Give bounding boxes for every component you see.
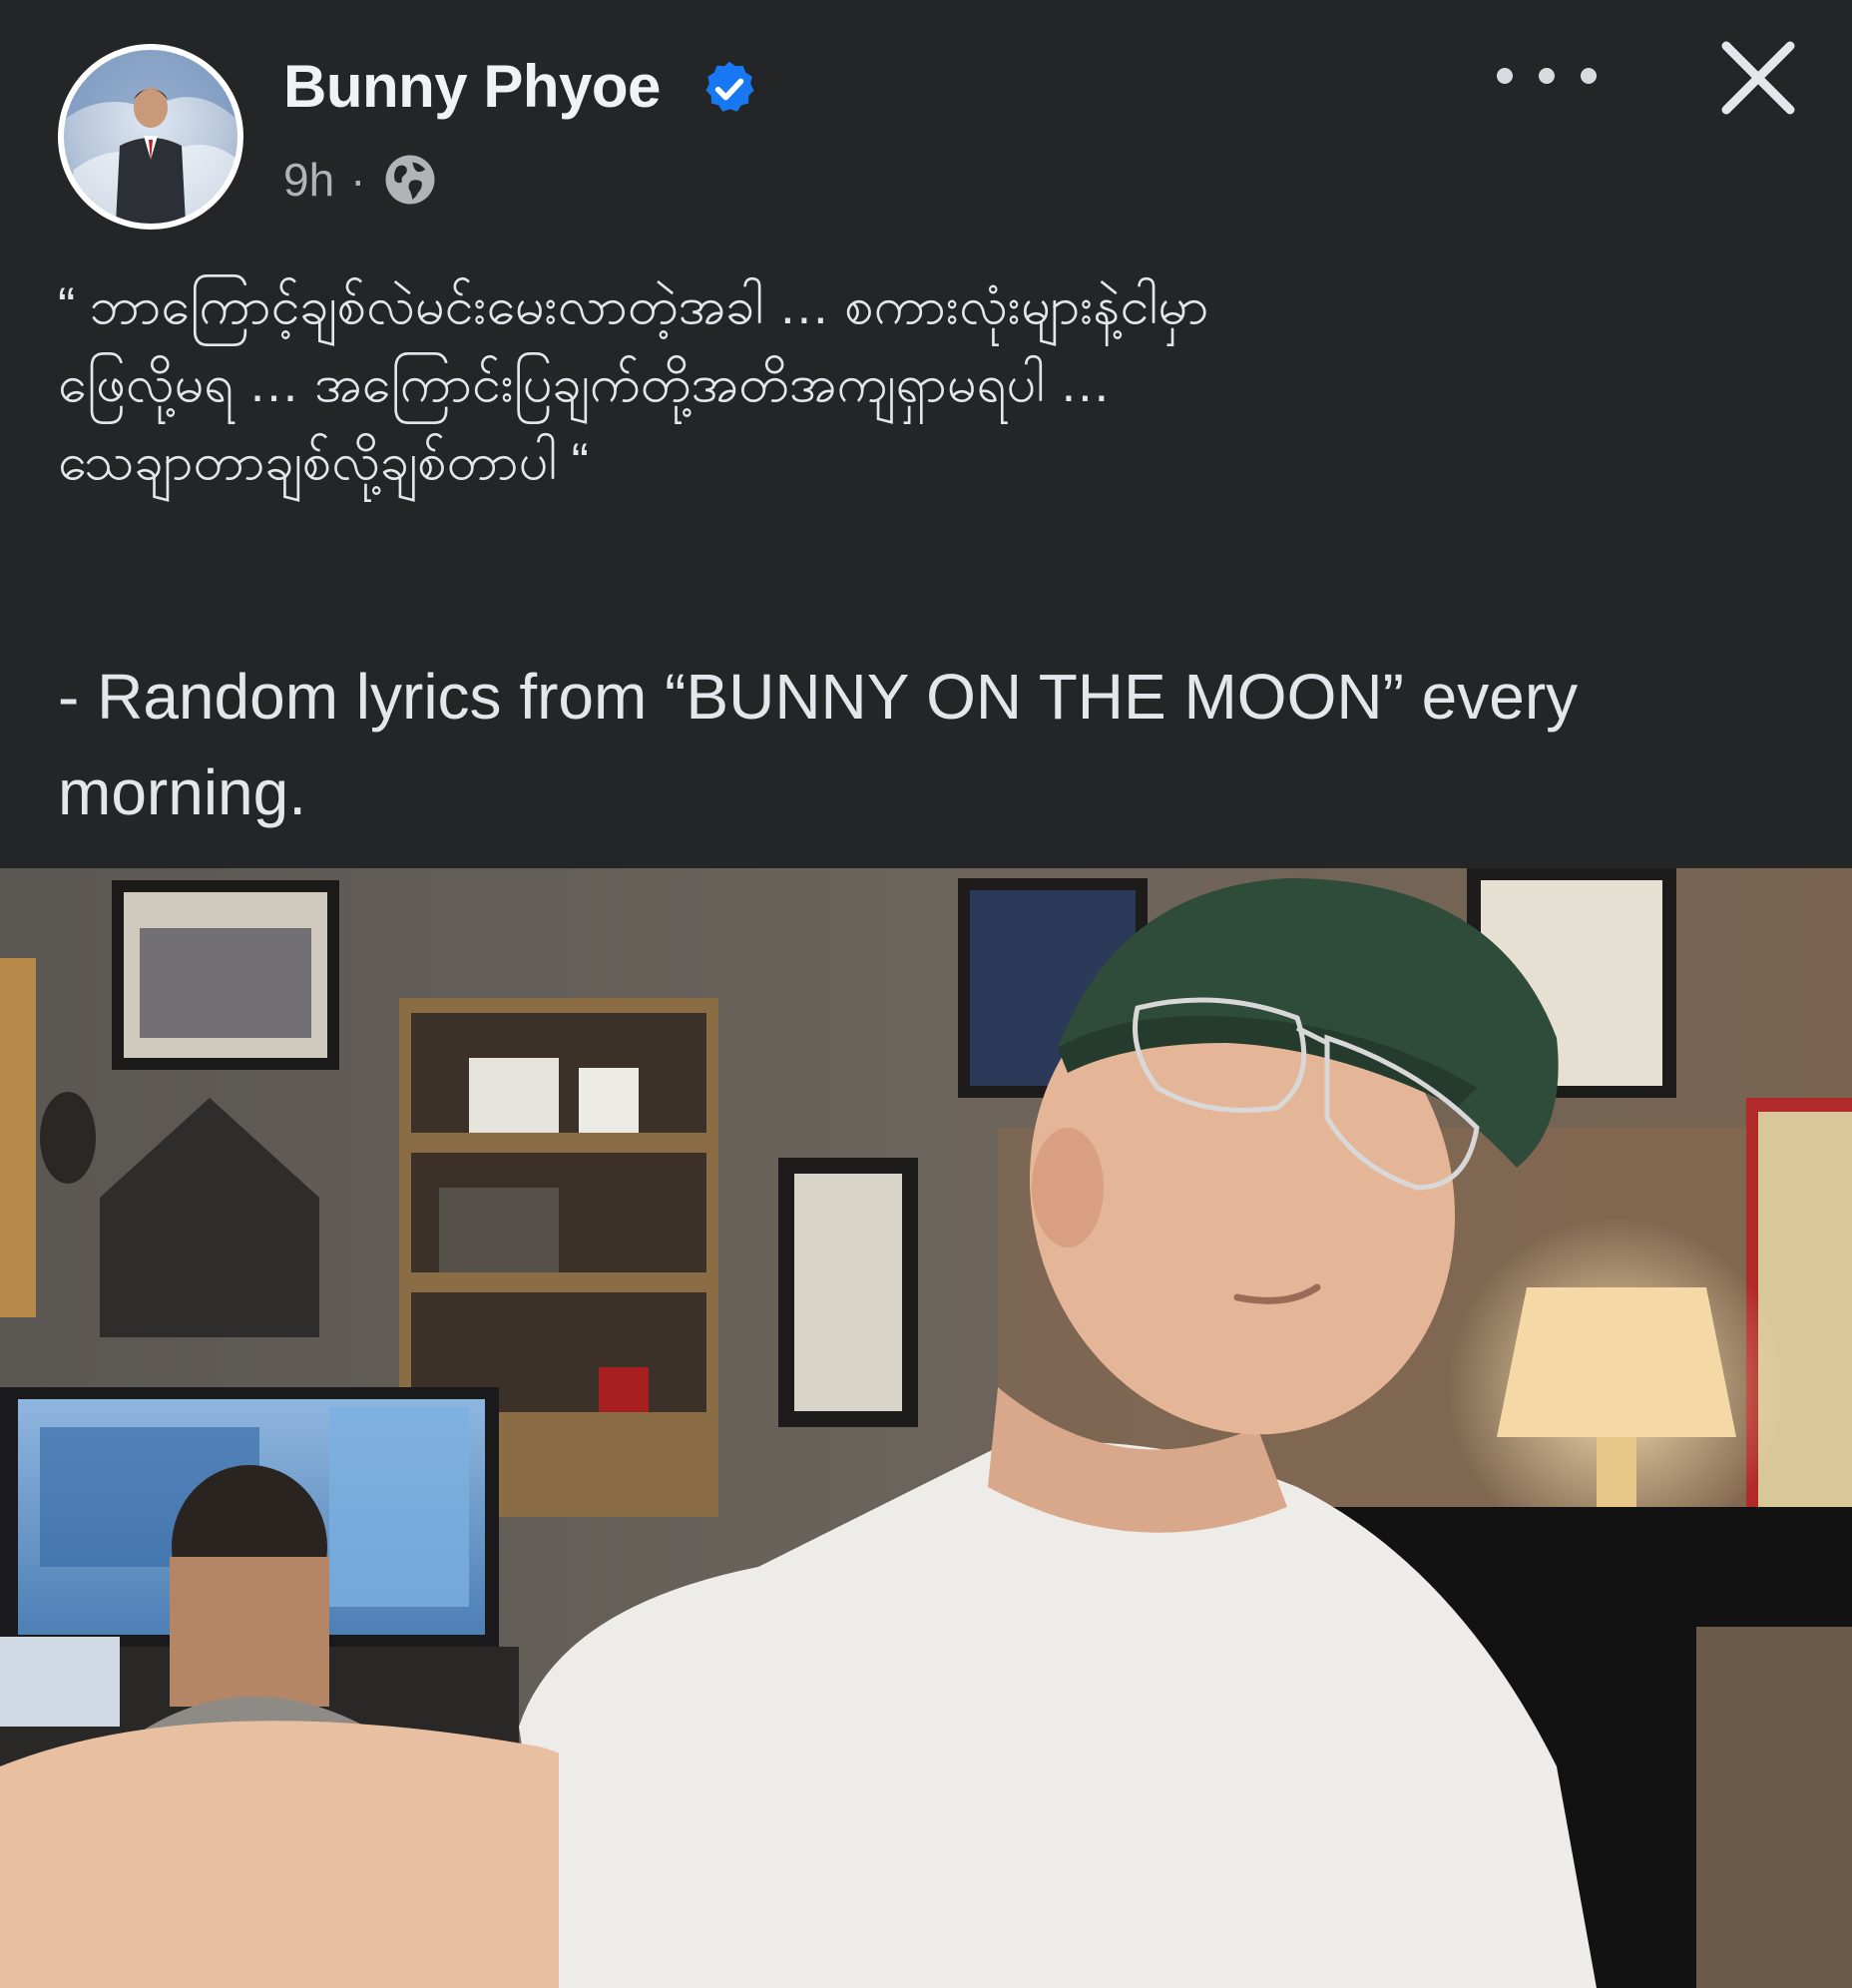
more-dot <box>1539 68 1555 84</box>
post-caption-burmese: “ ဘာကြောင့်ချစ်လဲမင်းမေးလာတဲ့အခါ … စကားလ… <box>58 267 1794 501</box>
meta-separator: · <box>350 154 366 206</box>
post-time[interactable]: 9h <box>283 153 334 207</box>
verified-badge-icon <box>705 61 754 112</box>
globe-icon <box>385 155 434 205</box>
close-icon[interactable] <box>1714 34 1802 122</box>
post-header: Bunny Phyoe 9h · <box>0 0 1852 240</box>
more-dot <box>1497 68 1513 84</box>
more-dot <box>1581 68 1597 84</box>
post-photo[interactable] <box>0 868 1852 1988</box>
caption-line: သေချာတာချစ်လို့ချစ်တာပါ “ <box>58 433 589 491</box>
post-meta: 9h · <box>283 150 438 210</box>
avatar-photo <box>64 50 237 224</box>
author-name[interactable]: Bunny Phyoe <box>283 52 661 121</box>
author-avatar[interactable] <box>58 44 243 230</box>
caption-line: ဖြေလို့မရ … အကြောင်းပြချက်တို့အတိအကျရှာမ… <box>58 355 1112 413</box>
post-caption-english: - Random lyrics from “BUNNY ON THE MOON”… <box>58 661 1579 828</box>
caption-line: “ ဘာကြောင့်ချစ်လဲမင်းမေးလာတဲ့အခါ … စကားလ… <box>58 277 1209 335</box>
post-viewer: Bunny Phyoe 9h · “ ဘာကြောင့်ချစ်လဲမင်းမေ… <box>0 0 1852 1988</box>
more-options-icon[interactable] <box>1497 56 1597 96</box>
